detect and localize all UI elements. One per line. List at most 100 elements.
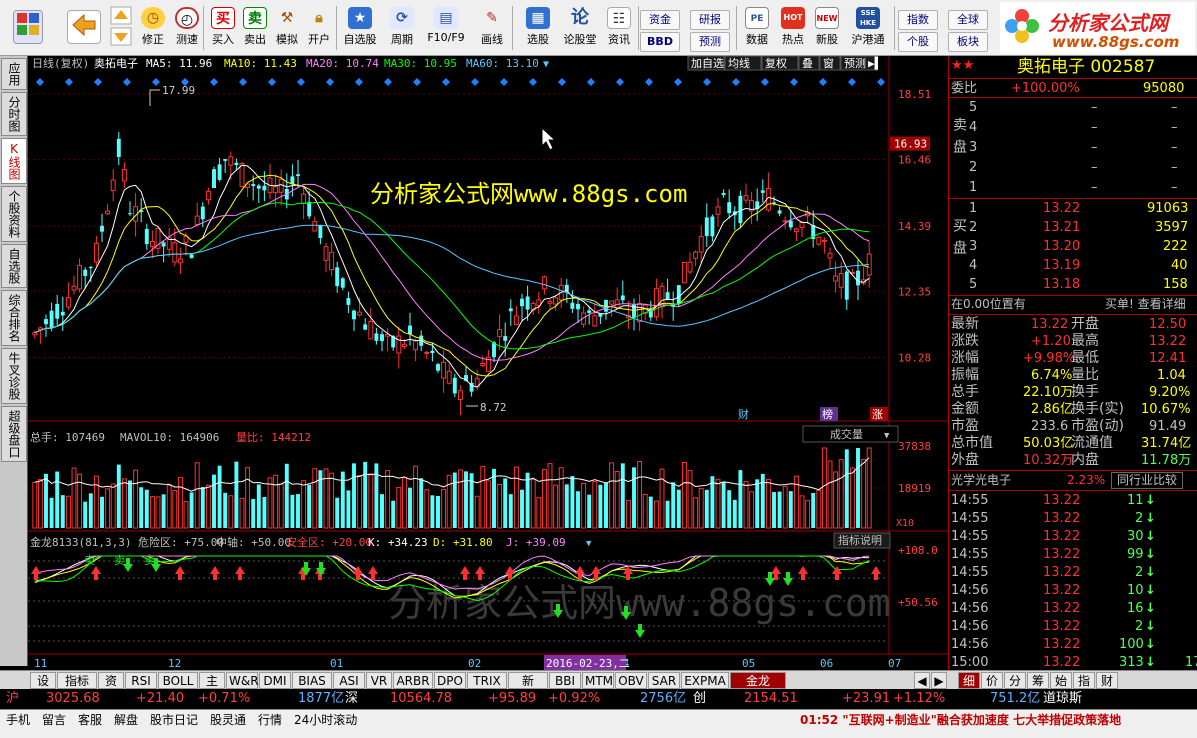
- volume-bar: [457, 469, 463, 529]
- event-marker-0[interactable]: 财: [738, 407, 749, 421]
- stock-select-button[interactable]: ▦ 选股: [518, 4, 558, 52]
- panel-tab-1[interactable]: 价: [981, 672, 1003, 689]
- status-item-6[interactable]: 行情: [258, 712, 282, 728]
- left-tab-1[interactable]: 分时图: [1, 92, 27, 136]
- indicator-tab-5[interactable]: 主力: [199, 672, 225, 704]
- indicator-tab-20[interactable]: 金龙8133: [730, 672, 786, 704]
- windows-button[interactable]: [8, 4, 48, 52]
- back-button[interactable]: [64, 4, 104, 52]
- sell-label: 卖出: [244, 33, 266, 46]
- left-tab-5[interactable]: 综合排名: [1, 290, 27, 346]
- indicator-tab-18[interactable]: SAR: [648, 672, 680, 689]
- panel-tab-6[interactable]: 财: [1096, 672, 1118, 689]
- sell-button[interactable]: 卖卖出: [238, 4, 272, 52]
- indicator-tab-17[interactable]: OBV: [615, 672, 647, 689]
- panel-tab-0[interactable]: 细: [958, 672, 980, 689]
- status-item-5[interactable]: 股灵通: [210, 712, 246, 728]
- status-item-1[interactable]: 留言: [42, 712, 66, 728]
- indicator-tab-7[interactable]: DMI: [259, 672, 291, 689]
- panel-tab-4[interactable]: 始: [1050, 672, 1072, 689]
- indicator-tab-11[interactable]: ARBR: [393, 672, 433, 689]
- fund-button[interactable]: 资金: [640, 10, 680, 30]
- indicator-tab-14[interactable]: 新DMA: [508, 672, 548, 704]
- sell-row-volume: –: [1171, 180, 1178, 195]
- indicator-tab-0[interactable]: 设置: [30, 672, 56, 704]
- indicator-tab-1[interactable]: 指标平台: [57, 672, 97, 704]
- fix-button[interactable]: ◷ 修正: [136, 4, 170, 52]
- volume-bar: [37, 479, 43, 529]
- left-tab-6[interactable]: 牛叉诊股: [1, 348, 27, 404]
- panel-tab-2[interactable]: 分: [1004, 672, 1026, 689]
- speed-button[interactable]: ◴ 测速: [170, 4, 204, 52]
- buy-button[interactable]: 买买入: [206, 4, 240, 52]
- new-stock-button[interactable]: NEW 新股: [810, 4, 844, 52]
- ma-label-5: MA30: 10.95: [384, 57, 457, 70]
- candle-body: [816, 236, 822, 245]
- panel-tab-3[interactable]: 筹: [1027, 672, 1049, 689]
- left-tab-0[interactable]: 应用: [1, 58, 27, 90]
- chart-btn-label-4: 窗: [823, 56, 834, 70]
- hot-label: 热点: [782, 33, 804, 46]
- indicator-tab-16[interactable]: MTM: [582, 672, 614, 689]
- updown-button[interactable]: [108, 4, 134, 52]
- news-ticker[interactable]: 01:52 "互联网+制造业"融合获加速度 七大举措促政策落地: [800, 712, 1121, 728]
- single-stock-button[interactable]: 个股: [898, 32, 938, 52]
- status-item-0[interactable]: 手机: [6, 712, 30, 728]
- draw-button[interactable]: ✎ 画线: [474, 4, 510, 52]
- left-tab-4[interactable]: 自选股: [1, 244, 27, 288]
- forecast-button[interactable]: 预测: [690, 32, 730, 52]
- period-button[interactable]: ⟳ 周期: [384, 4, 420, 52]
- panel-tab-5[interactable]: 指: [1073, 672, 1095, 689]
- status-item-7[interactable]: 24小时滚动: [294, 712, 357, 728]
- chart-menu-icon[interactable]: ▶▌: [868, 56, 881, 70]
- stat-value-7: 50.03亿: [1023, 436, 1074, 451]
- open-account-button[interactable]: 🔒︎ 开户: [302, 4, 336, 52]
- indicator-tab-15[interactable]: BBI: [549, 672, 581, 689]
- simulate-button[interactable]: ⚒ 模拟: [270, 4, 304, 52]
- stat-label-4: 总手: [951, 384, 979, 400]
- hot-button[interactable]: HOT 热点: [776, 4, 810, 52]
- tab-scroll-left-icon[interactable]: ◀: [914, 672, 930, 689]
- event-marker-2[interactable]: 涨: [872, 408, 883, 421]
- indicator-tab-10[interactable]: VR: [366, 672, 392, 689]
- event-marker-1[interactable]: 榜: [822, 407, 833, 421]
- indicator-tab-2[interactable]: 资讯: [98, 672, 124, 704]
- indicator-tab-8[interactable]: BIAS: [292, 672, 332, 689]
- left-tab-2[interactable]: K线图: [1, 138, 27, 184]
- indicator-tab-4[interactable]: BOLL: [158, 672, 198, 689]
- sz-amount: 2756亿: [640, 691, 687, 706]
- sell-row-price: –: [1091, 120, 1098, 135]
- indicator-tab-3[interactable]: RSI: [125, 672, 157, 689]
- indicator-tab-13[interactable]: TRIX: [467, 672, 507, 689]
- indicator-tab-12[interactable]: DPO: [434, 672, 466, 689]
- volume-bar: [346, 490, 351, 528]
- index-button[interactable]: 指数: [898, 10, 938, 30]
- trade-time: 14:55: [951, 493, 989, 508]
- compare-industry-button[interactable]: 同行业比较: [1111, 472, 1183, 489]
- sector-button[interactable]: 板块: [948, 32, 988, 52]
- volume-bar: [363, 461, 368, 528]
- tab-scroll-right-icon[interactable]: ▶: [931, 672, 947, 689]
- f10-button[interactable]: ▤ F10/F9: [424, 4, 468, 52]
- global-button[interactable]: 全球: [948, 10, 988, 30]
- indicator-tab-19[interactable]: EXPMA: [681, 672, 729, 689]
- hk-connect-button[interactable]: SSE HKE 沪港通: [846, 4, 890, 52]
- status-item-2[interactable]: 客服: [78, 712, 102, 728]
- buy-row-volume: 91063: [1147, 201, 1189, 216]
- indicator-tab-9[interactable]: ASI: [333, 672, 365, 689]
- kline-chart[interactable]: 日线(复权) 奥拓电子 MA5: 11.96 MA10: 11.43 MA20: 10.…: [28, 55, 948, 670]
- status-item-3[interactable]: 解盘: [114, 712, 138, 728]
- left-tab-3[interactable]: 个股资料: [1, 186, 27, 242]
- indicator-tab-6[interactable]: W&R: [226, 672, 259, 689]
- status-item-4[interactable]: 股市日记: [150, 712, 198, 728]
- price-marker: 16.93: [894, 138, 927, 151]
- volume-bar: [408, 487, 412, 528]
- bbd-button[interactable]: BBD: [640, 32, 680, 52]
- data-button[interactable]: PE 数据: [740, 4, 774, 52]
- news-button[interactable]: ☷ 资讯: [602, 4, 636, 52]
- volume-bar: [32, 481, 38, 529]
- left-tab-7[interactable]: 超级盘口: [1, 406, 27, 462]
- forum-button[interactable]: 论论股堂: [562, 4, 598, 52]
- watchlist-button[interactable]: ★ 自选股: [340, 4, 380, 52]
- research-button[interactable]: 研报: [690, 10, 730, 30]
